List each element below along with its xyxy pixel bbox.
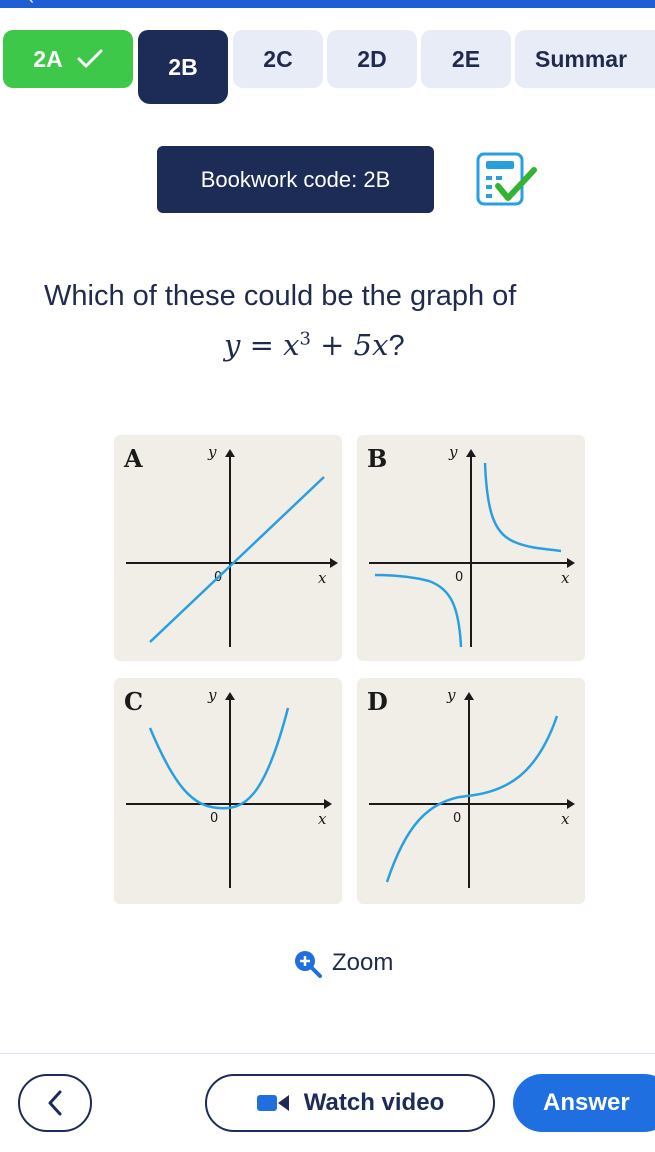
x-axis-arrow [567,558,575,568]
question-mark: ? [388,330,405,362]
y-axis-arrow [225,692,235,700]
option-label: B [367,444,387,473]
answer-button[interactable]: Answer [513,1074,655,1132]
y-axis-label: y [446,686,456,704]
video-camera-icon [256,1095,289,1111]
tab-2e[interactable]: 2E [421,30,511,88]
x-axis-label: x [318,810,327,828]
tab-label: Summar [535,45,628,72]
origin-label: 0 [453,811,461,826]
y-axis-arrow [466,449,476,457]
graph-option-c[interactable]: C y x 0 [114,678,342,904]
zoom-button[interactable]: Zoom [292,948,393,978]
equation-rhs: + 5x [310,328,389,362]
tab-label: 2B [168,53,198,80]
tab-2d[interactable]: 2D [327,30,417,88]
equation-exponent: 3 [299,328,311,350]
tab-2c[interactable]: 2C [233,30,323,88]
tab-label: 2E [451,45,481,72]
x-axis-label: x [561,569,570,587]
footer-divider [0,1053,655,1054]
bookwork-code: Bookwork code: 2B [157,146,434,213]
tab-2a[interactable]: 2A [3,30,133,88]
graph-curve [483,462,562,553]
question-line: Which of these could be the graph of [44,280,517,312]
tab-label: 2D [357,45,387,72]
answer-label: Answer [543,1089,630,1116]
bookwork-label: Bookwork code: 2B [200,166,391,192]
calculator-check-icon[interactable] [474,152,538,208]
graph-curve [385,715,559,883]
back-button[interactable] [18,1074,92,1132]
watch-video-button[interactable]: Watch video [205,1074,495,1132]
task-tabs: 2A 2B 2C 2D 2E Summar [0,30,655,104]
y-axis-arrow [225,449,235,457]
option-label: A [123,444,143,473]
x-axis-label: x [318,569,327,587]
y-axis-label: y [448,443,458,461]
graph-curve [374,573,463,648]
tab-summary[interactable]: Summar [515,30,655,88]
graph-option-b[interactable]: B y x 0 [357,435,585,661]
equation: y = x3 + 5x? [224,328,405,363]
x-axis-arrow [567,799,575,809]
option-label: C [124,687,143,716]
check-icon [77,49,103,68]
y-axis-arrow [464,692,474,700]
equation-lhs: y = x [224,328,300,362]
tab-label: 2C [263,45,293,72]
tab-2b[interactable]: 2B [138,30,228,104]
y-axis-label: y [207,443,217,461]
graph-option-a[interactable]: A y x 0 [114,435,342,661]
y-axis-label: y [207,686,217,704]
chevron-left-icon [48,1090,62,1116]
graph-option-d[interactable]: D y x 0 [357,678,585,904]
zoom-label: Zoom [332,949,394,976]
zoom-in-icon [295,951,322,978]
origin-label: 0 [210,811,218,826]
graph-curve [148,707,290,810]
x-axis-arrow [330,558,338,568]
tab-label: 2A [33,45,63,72]
top-chevron-icon[interactable]: ‹ [28,0,34,8]
x-axis-arrow [324,799,332,809]
watch-video-label: Watch video [303,1089,445,1116]
graph-curve [149,476,325,643]
x-axis-label: x [561,810,570,828]
origin-label: 0 [455,570,463,585]
option-label: D [367,687,388,716]
top-app-bar: ‹ [0,0,655,8]
